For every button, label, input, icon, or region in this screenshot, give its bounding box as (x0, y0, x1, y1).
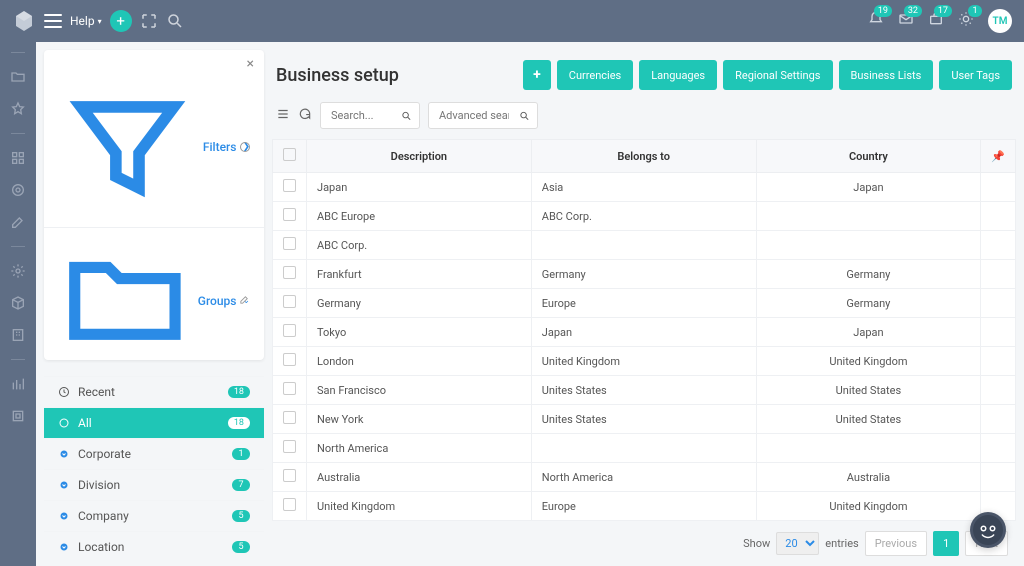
page-size-select[interactable]: 20 (776, 532, 819, 555)
data-table: Description Belongs to Country 📌 JapanAs… (272, 139, 1016, 521)
groups-section[interactable]: Groups ⌄ (44, 227, 264, 376)
chev-icon (58, 479, 70, 491)
languages-button[interactable]: Languages (639, 60, 717, 90)
group-item-all[interactable]: All18 (44, 407, 264, 438)
row-checkbox[interactable] (283, 295, 296, 308)
topbar: Help▾ + 19 32 17 1 TM (0, 0, 1024, 42)
search-icon[interactable] (166, 12, 184, 30)
row-checkbox[interactable] (283, 382, 296, 395)
table-row[interactable]: United KingdomEuropeUnited Kingdom (273, 492, 1016, 521)
group-count-badge: 5 (232, 510, 250, 522)
row-checkbox[interactable] (283, 179, 296, 192)
folder-icon (58, 234, 192, 368)
group-count-badge: 1 (232, 448, 250, 460)
table-row[interactable]: FrankfurtGermanyGermany (273, 260, 1016, 289)
row-checkbox[interactable] (283, 208, 296, 221)
group-item-location[interactable]: Location5 (44, 531, 264, 562)
group-count-badge: 18 (228, 386, 250, 398)
help-menu[interactable]: Help▾ (70, 14, 102, 28)
notification-badge: 19 (874, 5, 892, 17)
clock-icon (58, 386, 70, 398)
table-row[interactable]: ABC EuropeABC Corp. (273, 202, 1016, 231)
edit-icon[interactable] (10, 214, 26, 230)
col-description[interactable]: Description (307, 140, 532, 173)
sun-badge: 1 (968, 5, 982, 17)
group-item-recent[interactable]: Recent18 (44, 376, 264, 407)
list-icon[interactable] (276, 106, 290, 125)
refresh-icon[interactable] (298, 106, 312, 125)
group-count-badge: 5 (232, 541, 250, 553)
group-item-division[interactable]: Division7 (44, 469, 264, 500)
row-checkbox[interactable] (283, 469, 296, 482)
group-item-company[interactable]: Company5 (44, 500, 264, 531)
chart-icon[interactable] (10, 376, 26, 392)
circle-icon (58, 417, 70, 429)
side-panel: × Filters ❯ Groups ⌄ Recent18All18Corpor… (44, 50, 264, 360)
group-count-badge: 7 (232, 479, 250, 491)
chev-icon (58, 510, 70, 522)
edit-groups-icon[interactable] (239, 294, 250, 308)
row-checkbox[interactable] (283, 324, 296, 337)
building-icon[interactable] (10, 327, 26, 343)
table-row[interactable]: LondonUnited KingdomUnited Kingdom (273, 347, 1016, 376)
col-country[interactable]: Country (756, 140, 981, 173)
layers-icon[interactable] (10, 408, 26, 424)
pin-icon[interactable]: 📌 (981, 140, 1016, 173)
cube-icon[interactable] (10, 295, 26, 311)
row-checkbox[interactable] (283, 498, 296, 511)
currencies-button[interactable]: Currencies (557, 60, 633, 90)
mail-badge: 32 (904, 5, 922, 17)
sun-icon[interactable]: 1 (958, 11, 974, 31)
main-content: Business setup +CurrenciesLanguagesRegio… (272, 50, 1016, 566)
chev-icon (58, 541, 70, 553)
close-panel-icon[interactable]: × (44, 56, 264, 72)
table-row[interactable]: San FranciscoUnites StatesUnited States (273, 376, 1016, 405)
chev-icon (58, 448, 70, 460)
briefcase-icon[interactable]: 17 (928, 11, 944, 31)
notification-bell-icon[interactable]: 19 (868, 11, 884, 31)
table-row[interactable]: ABC Corp. (273, 231, 1016, 260)
user-tags-button[interactable]: User Tags (939, 60, 1012, 90)
table-row[interactable]: North America (273, 434, 1016, 463)
target-icon[interactable] (10, 182, 26, 198)
folder-icon[interactable] (10, 69, 26, 85)
add-button[interactable]: + (110, 10, 132, 32)
rail-nav (0, 42, 36, 566)
logo-icon[interactable] (12, 9, 36, 33)
table-row[interactable]: TokyoJapanJapan (273, 318, 1016, 347)
row-checkbox[interactable] (283, 440, 296, 453)
filter-icon (58, 78, 197, 217)
briefcase-badge: 17 (934, 5, 952, 17)
mail-icon[interactable]: 32 (898, 11, 914, 31)
page-title: Business setup (276, 65, 399, 86)
group-count-badge: 18 (228, 417, 250, 429)
row-checkbox[interactable] (283, 266, 296, 279)
table-row[interactable]: AustraliaNorth AmericaAustralia (273, 463, 1016, 492)
pagination: Show 20 entries Previous 1 Next (272, 521, 1016, 566)
row-checkbox[interactable] (283, 237, 296, 250)
fullscreen-icon[interactable] (140, 12, 158, 30)
group-item-corporate[interactable]: Corporate1 (44, 438, 264, 469)
filters-section[interactable]: Filters ❯ (44, 72, 264, 227)
star-icon[interactable] (10, 101, 26, 117)
row-checkbox[interactable] (283, 353, 296, 366)
business-lists-button[interactable]: Business Lists (839, 60, 934, 90)
gear-icon[interactable] (10, 263, 26, 279)
prev-button[interactable]: Previous (865, 531, 927, 556)
table-row[interactable]: GermanyEuropeGermany (273, 289, 1016, 318)
avatar[interactable]: TM (988, 9, 1012, 33)
page-1-button[interactable]: 1 (933, 531, 959, 556)
search-icon[interactable] (401, 106, 412, 125)
col-belongs-to[interactable]: Belongs to (531, 140, 756, 173)
table-row[interactable]: JapanAsiaJapan (273, 173, 1016, 202)
row-checkbox[interactable] (283, 411, 296, 424)
menu-icon[interactable] (44, 14, 62, 28)
add-new-button[interactable]: + (523, 60, 551, 90)
select-all-checkbox[interactable] (283, 148, 296, 161)
chat-widget-icon[interactable] (970, 512, 1006, 548)
grid-icon[interactable] (10, 150, 26, 166)
table-row[interactable]: New YorkUnites StatesUnited States (273, 405, 1016, 434)
search-icon[interactable] (519, 106, 530, 125)
regional-settings-button[interactable]: Regional Settings (723, 60, 832, 90)
